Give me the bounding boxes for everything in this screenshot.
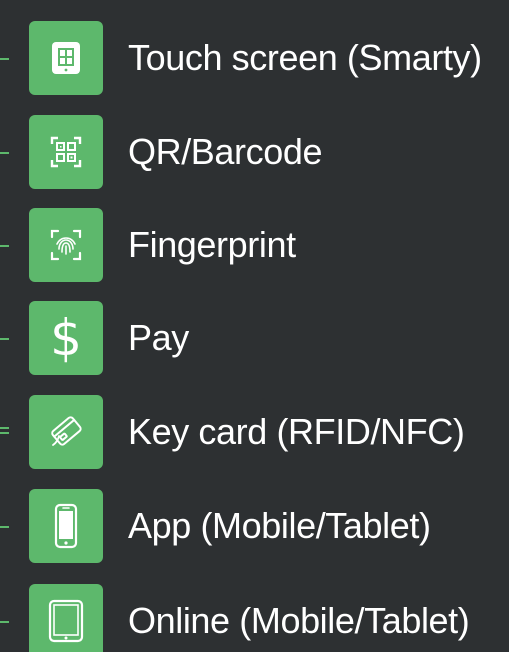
access-method-label: Fingerprint [128, 224, 296, 265]
access-method-online: Online (Mobile/Tablet) [0, 584, 509, 652]
connector-tick [0, 152, 9, 154]
fingerprint-icon [29, 208, 103, 282]
access-method-app: App (Mobile/Tablet) [0, 489, 509, 565]
connector-tick [0, 58, 9, 60]
qr-barcode-icon [29, 115, 103, 189]
connector-tick [0, 338, 9, 340]
access-method-label: Pay [128, 317, 189, 358]
access-method-label: Online (Mobile/Tablet) [128, 600, 470, 641]
access-method-label: Key card (RFID/NFC) [128, 411, 465, 452]
connector-tick [0, 245, 9, 247]
dollar-glyph: $ [50, 309, 82, 367]
access-method-pay: $ Pay [0, 301, 509, 377]
connector-tick [0, 526, 9, 528]
touch-screen-icon [29, 21, 103, 95]
mobile-phone-icon [29, 489, 103, 563]
access-methods-list: Touch screen (Smarty) QR/Barcode Fingerp… [0, 0, 509, 652]
access-method-label: Touch screen (Smarty) [128, 37, 482, 78]
access-method-key-card: Key card (RFID/NFC) [0, 395, 509, 471]
access-method-qr-barcode: QR/Barcode [0, 115, 509, 191]
tablet-icon [29, 584, 103, 652]
access-method-touch-screen: Touch screen (Smarty) [0, 21, 509, 97]
access-method-fingerprint: Fingerprint [0, 208, 509, 284]
access-method-label: QR/Barcode [128, 131, 323, 172]
connector-tick [0, 621, 9, 623]
connector-tick [0, 427, 9, 434]
access-method-label: App (Mobile/Tablet) [128, 505, 431, 546]
key-card-icon [29, 395, 103, 469]
dollar-icon: $ [29, 301, 103, 375]
